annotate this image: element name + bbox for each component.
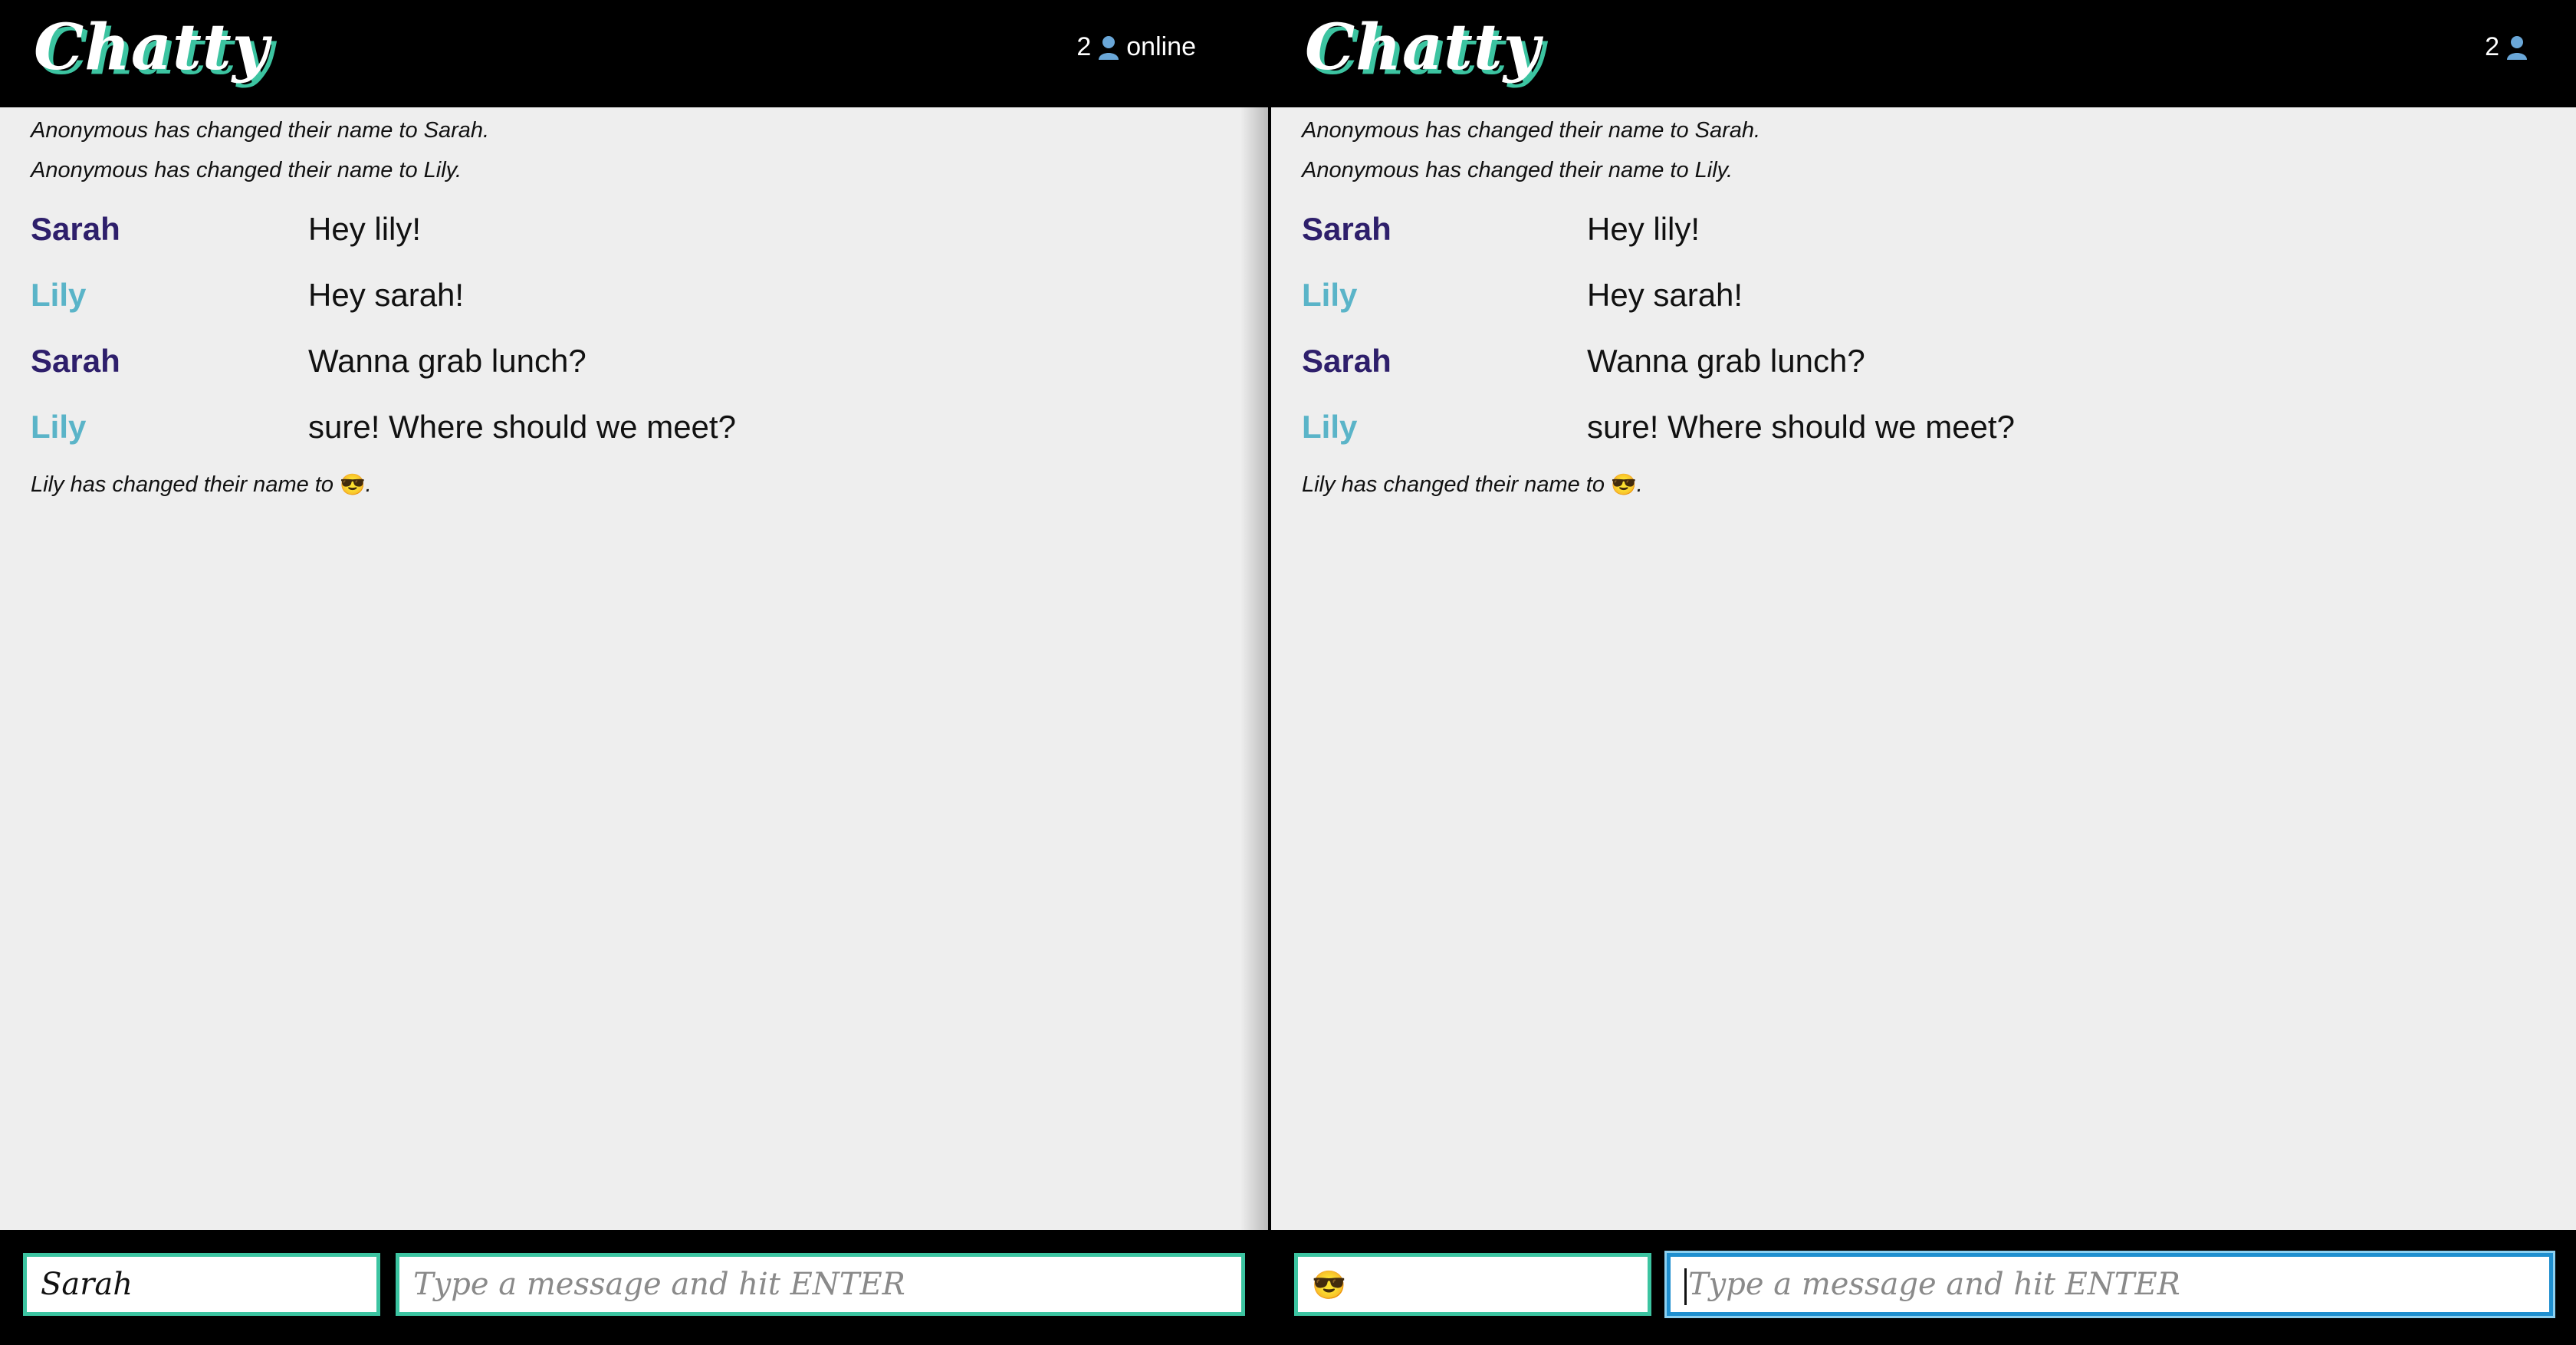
message-username: Lily [31,277,87,313]
system-notification: Anonymous has changed their name to Sara… [31,118,490,143]
chat-message: Sarah Wanna grab lunch? [1271,328,2576,394]
chat-message: Sarah Hey lily! [1271,196,2576,262]
message-placeholder: Type a message and hit ENTER [413,1267,905,1302]
chat-message: Lily sure! Where should we meet? [0,394,1268,460]
user-icon [2507,35,2527,60]
online-count: 2 [2485,32,2499,61]
sunglasses-emoji: 😎 [1611,473,1637,496]
navbar: Chatty 2 [1271,0,2576,107]
message-username: Sarah [31,343,120,379]
message-content: Hey lily! [308,211,422,247]
message-username: Sarah [31,211,120,247]
chat-message: Lily sure! Where should we meet? [1271,394,2576,460]
message-input-focused[interactable]: Type a message and hit ENTER [1667,1253,2553,1316]
notification-text: Lily has changed their name to [31,472,340,497]
message-content: sure! Where should we meet? [1587,409,2015,445]
navbar: Chatty 2 online [0,0,1268,107]
split-screen: Chatty 2 online Anonymous has changed th… [0,0,2576,1345]
online-counter: 2 online [1076,32,1196,62]
sunglasses-emoji: 😎 [340,473,366,496]
message-content: Wanna grab lunch? [308,343,586,379]
message-username: Sarah [1302,343,1392,379]
chat-message: Lily Hey sarah! [0,262,1268,328]
online-label: online [1126,32,1196,61]
message-content: Hey lily! [1587,211,1700,247]
chatbar: Sarah Type a message and hit ENTER [0,1230,1268,1345]
system-notification: Anonymous has changed their name to Sara… [1302,118,1761,143]
chat-message: Sarah Hey lily! [0,196,1268,262]
notification-period: . [1636,472,1643,497]
online-count: 2 [1076,32,1092,61]
system-notification: Lily has changed their name to 😎. [1302,465,2576,505]
system-notification: Anonymous has changed their name to Lily… [1302,158,1733,183]
message-content: Hey sarah! [308,277,465,313]
text-caret [1684,1268,1687,1305]
system-notification: Anonymous has changed their name to Lily… [31,158,462,183]
chat-window-left: Chatty 2 online Anonymous has changed th… [0,0,1268,1345]
chatbar: 😎 Type a message and hit ENTER [1271,1230,2576,1345]
username-input[interactable]: 😎 [1294,1253,1651,1316]
message-username: Lily [31,409,87,445]
username-value: 😎 [1312,1270,1346,1301]
chatty-logo: Chatty [1305,11,1541,84]
message-username: Lily [1302,409,1358,445]
message-placeholder: Type a message and hit ENTER [1688,1267,2180,1302]
message-list: Anonymous has changed their name to Sara… [0,107,1268,1233]
online-counter: 2 [2485,32,2528,62]
chat-window-right: Chatty 2 Anonymous has changed their nam… [1271,0,2576,1345]
message-content: sure! Where should we meet? [308,409,736,445]
chat-message: Lily Hey sarah! [1271,262,2576,328]
message-username: Sarah [1302,211,1392,247]
system-notification: Lily has changed their name to 😎. [31,465,1268,505]
message-content: Wanna grab lunch? [1587,343,1865,379]
message-input[interactable]: Type a message and hit ENTER [396,1253,1245,1316]
username-input[interactable]: Sarah [23,1253,380,1316]
chatty-logo: Chatty [34,11,270,84]
message-list: Anonymous has changed their name to Sara… [1271,107,2576,1233]
notification-text: Lily has changed their name to [1302,472,1612,497]
message-username: Lily [1302,277,1358,313]
notification-period: . [365,472,372,497]
chat-message: Sarah Wanna grab lunch? [0,328,1268,394]
username-value: Sarah [41,1267,133,1302]
message-content: Hey sarah! [1587,277,1743,313]
user-icon [1099,35,1119,60]
